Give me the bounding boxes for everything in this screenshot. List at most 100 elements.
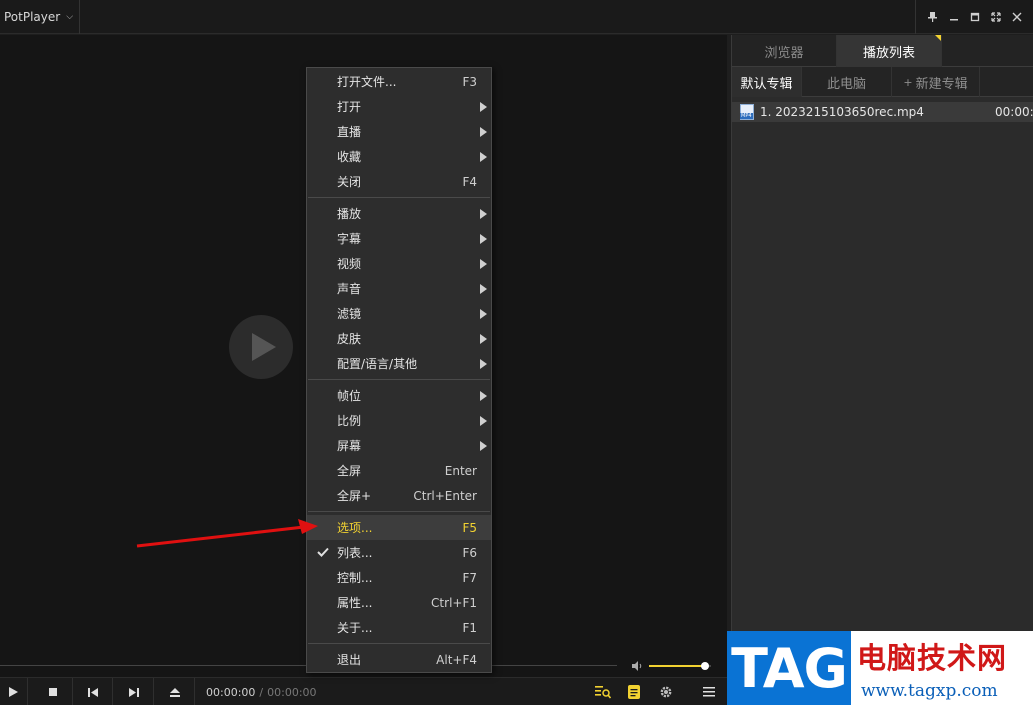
menu-item-label: 属性... xyxy=(337,596,373,610)
menu-item[interactable]: 选项... F5 xyxy=(307,515,491,540)
menu-item[interactable]: 屏幕 xyxy=(307,433,491,458)
current-time: 00:00:00 xyxy=(206,685,256,699)
tab-playlist[interactable]: 播放列表 xyxy=(837,35,942,67)
menu-item-label: 滤镜 xyxy=(337,307,362,321)
annotation-arrow-icon xyxy=(136,519,318,548)
menu-item[interactable]: 皮肤 xyxy=(307,326,491,351)
album-tab-new[interactable]: + 新建专辑 xyxy=(892,67,980,97)
menu-item[interactable]: 属性... Ctrl+F1 xyxy=(307,590,491,615)
eject-icon xyxy=(169,687,180,697)
menu-item[interactable]: 打开 xyxy=(307,94,491,119)
menu-item[interactable]: 关闭 F4 xyxy=(307,169,491,194)
tab-label: 浏览器 xyxy=(764,45,804,61)
album-tab-label: 此电脑 xyxy=(826,76,866,92)
play-icon xyxy=(9,687,18,697)
time-separator: / xyxy=(259,685,264,699)
context-menu: 打开文件... F3 打开直播收藏关闭 F4 播放字幕视频声音滤镜皮肤配置/语言/其他帧… xyxy=(306,67,492,673)
next-button[interactable] xyxy=(114,678,154,705)
menu-item[interactable]: 全屏 Enter xyxy=(307,458,491,483)
total-time: 00:00:00 xyxy=(267,685,317,699)
submenu-arrow-icon xyxy=(480,101,487,112)
menu-item-label: 比例 xyxy=(337,414,362,428)
plus-icon: + xyxy=(903,75,913,89)
menu-item-shortcut: Enter xyxy=(444,463,477,478)
menu-item-label: 列表... xyxy=(337,546,373,560)
menu-item[interactable]: 字幕 xyxy=(307,226,491,251)
menu-item-label: 关于... xyxy=(337,621,373,635)
watermark-site-name: 电脑技术网 xyxy=(857,641,1008,675)
menu-item[interactable]: 声音 xyxy=(307,276,491,301)
stop-icon xyxy=(48,688,57,696)
submenu-arrow-icon xyxy=(480,333,487,344)
menu-item-shortcut: Ctrl+F1 xyxy=(431,595,477,610)
volume-fill xyxy=(649,665,705,667)
menu-item-label: 全屏 xyxy=(337,464,362,478)
stop-button[interactable] xyxy=(33,678,73,705)
eject-button[interactable] xyxy=(155,678,195,705)
pin-icon[interactable] xyxy=(925,9,941,25)
playlist: 1. 2023215103650rec.mp4 00:00:1 xyxy=(732,97,1033,122)
submenu-arrow-icon xyxy=(480,233,487,244)
subtitle-icon[interactable] xyxy=(626,684,642,700)
menu-item-label: 直播 xyxy=(337,125,362,139)
menu-item[interactable]: 打开文件... F3 xyxy=(307,69,491,94)
menu-item[interactable]: 帧位 xyxy=(307,383,491,408)
submenu-arrow-icon xyxy=(480,358,487,369)
menu-item[interactable]: 配置/语言/其他 xyxy=(307,351,491,376)
menu-item-shortcut: F3 xyxy=(462,74,477,89)
playlist-item[interactable]: 1. 2023215103650rec.mp4 00:00:1 xyxy=(732,102,1033,122)
menu-item[interactable]: 关于... F1 xyxy=(307,615,491,640)
settings-gear-icon[interactable] xyxy=(658,684,674,700)
menu-item-label: 视频 xyxy=(337,257,362,271)
submenu-arrow-icon xyxy=(480,308,487,319)
previous-icon xyxy=(87,687,98,697)
volume-knob[interactable] xyxy=(700,662,709,670)
tab-browser[interactable]: 浏览器 xyxy=(732,35,837,67)
close-icon[interactable] xyxy=(1009,9,1025,25)
minimize-icon[interactable] xyxy=(946,9,962,25)
menu-item-label: 收藏 xyxy=(337,150,362,164)
menu-item-label: 打开 xyxy=(337,100,362,114)
menu-item[interactable]: 滤镜 xyxy=(307,301,491,326)
menu-icon[interactable] xyxy=(701,684,717,700)
menu-item[interactable]: 比例 xyxy=(307,408,491,433)
album-tab-label: 新建专辑 xyxy=(915,76,968,92)
menu-item[interactable]: 直播 xyxy=(307,119,491,144)
playlist-item-duration: 00:00:1 xyxy=(995,105,1033,119)
watermark-url: www.tagxp.com xyxy=(861,681,998,701)
menu-item[interactable]: 控制... F7 xyxy=(307,565,491,590)
volume-icon[interactable] xyxy=(631,660,643,672)
album-tab-this-pc[interactable]: 此电脑 xyxy=(802,67,892,97)
play-button[interactable] xyxy=(0,678,28,705)
menu-item-shortcut: Alt+F4 xyxy=(436,652,477,667)
playlist-search-icon[interactable] xyxy=(595,684,611,700)
volume-slider[interactable] xyxy=(649,662,711,670)
menu-separator xyxy=(308,379,490,380)
app-menu-button[interactable]: PotPlayer ⌵ xyxy=(0,0,80,34)
menu-item-label: 字幕 xyxy=(337,232,362,246)
window-controls xyxy=(915,0,1033,34)
menu-item[interactable]: 收藏 xyxy=(307,144,491,169)
menu-item[interactable]: 列表... F6 xyxy=(307,540,491,565)
menu-item-label: 打开文件... xyxy=(337,75,397,89)
fullscreen-icon[interactable] xyxy=(988,9,1004,25)
album-tab-default[interactable]: 默认专辑 xyxy=(732,67,802,97)
menu-item-label: 屏幕 xyxy=(337,439,362,453)
maximize-icon[interactable] xyxy=(967,9,983,25)
menu-item[interactable]: 退出 Alt+F4 xyxy=(307,647,491,672)
album-tab-label: 默认专辑 xyxy=(740,76,793,92)
menu-item[interactable]: 视频 xyxy=(307,251,491,276)
menu-item-label: 配置/语言/其他 xyxy=(337,357,418,371)
time-display: 00:00:00 / 00:00:00 xyxy=(206,678,317,705)
mp4-file-icon xyxy=(740,104,754,120)
app-title: PotPlayer xyxy=(4,10,61,24)
menu-item[interactable]: 全屏+ Ctrl+Enter xyxy=(307,483,491,508)
menu-item-label: 皮肤 xyxy=(337,332,362,346)
menu-separator xyxy=(308,197,490,198)
previous-button[interactable] xyxy=(73,678,113,705)
menu-item[interactable]: 播放 xyxy=(307,201,491,226)
submenu-arrow-icon xyxy=(480,151,487,162)
menu-item-label: 播放 xyxy=(337,207,362,221)
menu-item-label: 关闭 xyxy=(337,175,362,189)
big-play-button[interactable] xyxy=(229,315,293,379)
